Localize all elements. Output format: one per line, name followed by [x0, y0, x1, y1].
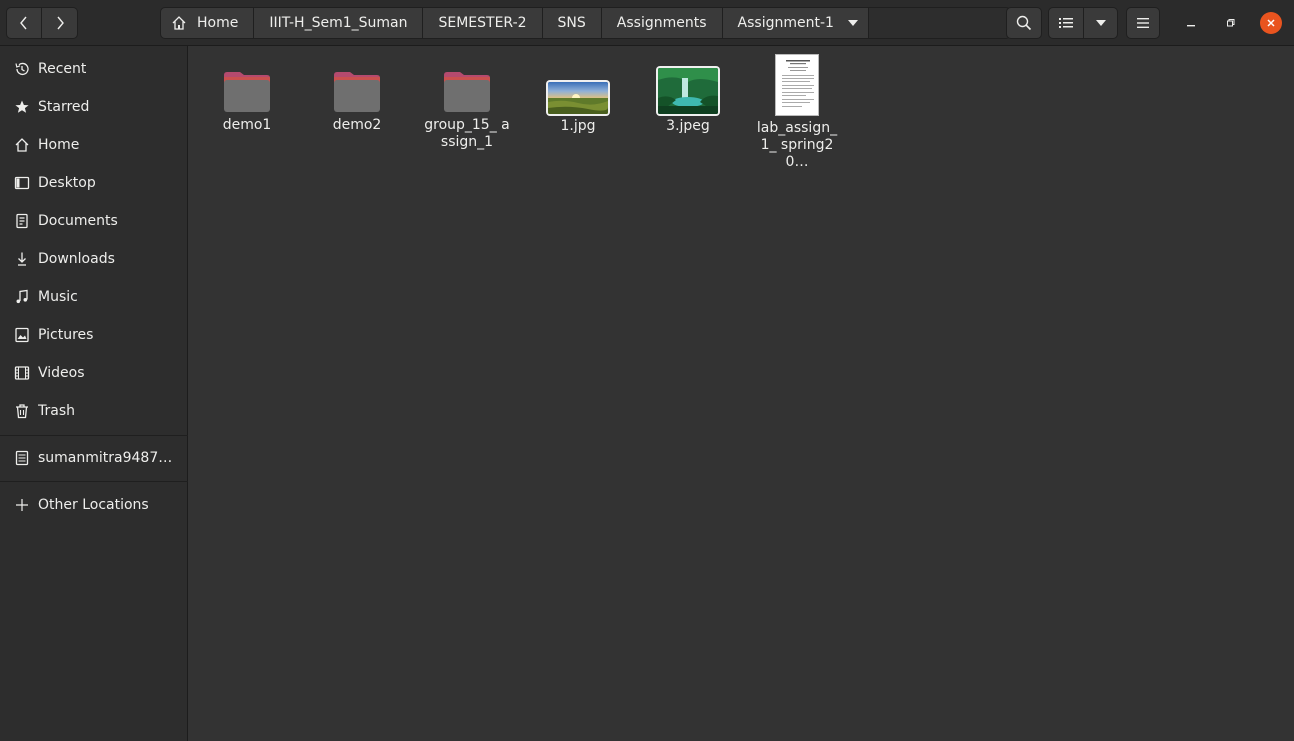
sidebar-item-label: Other Locations: [38, 497, 149, 513]
hamburger-menu-icon: [1137, 18, 1149, 28]
breadcrumb-label: Assignments: [616, 15, 707, 31]
breadcrumb-semester[interactable]: SEMESTER-2: [423, 7, 543, 39]
breadcrumb-empty-space: [868, 7, 1011, 39]
file-name: group_15_ assign_1: [424, 117, 510, 150]
sidebar-item-label: Recent: [38, 61, 87, 77]
sidebar-item-downloads[interactable]: Downloads: [0, 240, 188, 278]
sidebar-item-drive[interactable]: sumanmitra9487…: [0, 439, 188, 477]
sidebar-item-other-locations[interactable]: Other Locations: [0, 486, 188, 524]
sidebar-separator: [0, 481, 188, 482]
minimize-icon: [1187, 25, 1195, 27]
sidebar-item-label: Desktop: [38, 175, 96, 191]
sidebar-item-desktop[interactable]: Desktop: [0, 164, 188, 202]
drive-icon: [14, 450, 30, 466]
image-thumbnail: [658, 68, 718, 114]
sidebar-item-trash[interactable]: Trash: [0, 392, 188, 430]
file-name: 1.jpg: [560, 118, 596, 134]
chevron-right-icon: [56, 16, 64, 30]
back-button[interactable]: [6, 7, 42, 39]
sidebar-item-label: Music: [38, 289, 78, 305]
sidebar-separator: [0, 435, 188, 436]
sidebar-item-videos[interactable]: Videos: [0, 354, 188, 392]
sidebar-item-music[interactable]: Music: [0, 278, 188, 316]
sidebar-item-documents[interactable]: Documents: [0, 202, 188, 240]
file-item-image[interactable]: 3.jpeg: [638, 68, 738, 135]
document-thumbnail: [775, 54, 819, 116]
picture-icon: [14, 327, 30, 343]
file-item-image[interactable]: 1.jpg: [528, 82, 628, 135]
trash-icon: [14, 403, 30, 419]
search-icon: [1016, 15, 1032, 31]
sidebar-item-home[interactable]: Home: [0, 126, 188, 164]
minimize-button[interactable]: [1180, 12, 1202, 34]
clock-icon: [14, 61, 30, 77]
forward-button[interactable]: [42, 7, 78, 39]
breadcrumb-iiit[interactable]: IIIT-H_Sem1_Suman: [254, 7, 424, 39]
home-icon: [14, 137, 30, 153]
plus-icon: [14, 497, 30, 513]
sidebar-item-label: Trash: [38, 403, 75, 419]
close-icon: [1267, 19, 1275, 27]
file-item-folder[interactable]: group_15_ assign_1: [417, 71, 517, 151]
folder-icon: [444, 72, 490, 112]
desktop-icon: [14, 175, 30, 191]
navigation-buttons: [6, 7, 78, 39]
breadcrumb-label: IIIT-H_Sem1_Suman: [269, 15, 408, 31]
list-view-icon: [1059, 18, 1073, 28]
search-button[interactable]: [1006, 7, 1042, 39]
music-icon: [14, 289, 30, 305]
image-thumbnail: [548, 82, 608, 114]
sidebar-item-label: Documents: [38, 213, 118, 229]
file-name: 3.jpeg: [666, 118, 710, 134]
sidebar-item-label: Starred: [38, 99, 90, 115]
breadcrumb-home[interactable]: Home: [160, 7, 255, 39]
breadcrumb-assignment-1[interactable]: Assignment-1: [722, 7, 869, 39]
sidebar-item-label: Videos: [38, 365, 85, 381]
folder-icon: [224, 72, 270, 112]
breadcrumb-label: Assignment-1: [737, 15, 834, 31]
sidebar-item-recent[interactable]: Recent: [0, 50, 188, 88]
breadcrumb-label: SNS: [557, 15, 586, 31]
close-button[interactable]: [1260, 12, 1282, 34]
file-view: demo1 demo2 group_15_ assign_1 1.jpg 3.j…: [189, 46, 1294, 741]
file-name: lab_assign_ 1_ spring20…: [756, 120, 838, 170]
file-item-folder[interactable]: demo1: [197, 71, 297, 134]
home-icon: [171, 15, 187, 31]
sidebar: Recent Starred Home Desktop Documents Do…: [0, 46, 188, 741]
document-icon: [14, 213, 30, 229]
breadcrumb-sns[interactable]: SNS: [542, 7, 602, 39]
maximize-icon: [1227, 19, 1235, 27]
main-menu-button[interactable]: [1126, 7, 1160, 39]
file-name: demo1: [222, 117, 272, 133]
sidebar-item-starred[interactable]: Starred: [0, 88, 188, 126]
file-item-folder[interactable]: demo2: [307, 71, 407, 134]
file-item-document[interactable]: lab_assign_ 1_ spring20…: [747, 54, 847, 171]
video-icon: [14, 365, 30, 381]
sidebar-item-label: sumanmitra9487…: [38, 450, 173, 466]
file-name: demo2: [332, 117, 382, 133]
breadcrumb: Home IIIT-H_Sem1_Suman SEMESTER-2 SNS As…: [160, 7, 1011, 39]
breadcrumb-label: SEMESTER-2: [438, 15, 527, 31]
caret-down-icon: [847, 20, 858, 26]
chevron-left-icon: [20, 16, 27, 30]
sidebar-item-label: Home: [38, 137, 80, 153]
sidebar-item-label: Pictures: [38, 327, 94, 343]
download-icon: [14, 251, 30, 267]
maximize-button[interactable]: [1220, 12, 1242, 34]
header-bar: Home IIIT-H_Sem1_Suman SEMESTER-2 SNS As…: [0, 0, 1294, 46]
star-icon: [14, 99, 30, 115]
folder-icon: [334, 72, 380, 112]
view-options-button[interactable]: [1084, 7, 1118, 39]
breadcrumb-label: Home: [197, 15, 239, 31]
list-view-button[interactable]: [1048, 7, 1084, 39]
chevron-down-icon: [1095, 20, 1106, 26]
sidebar-item-label: Downloads: [38, 251, 115, 267]
sidebar-item-pictures[interactable]: Pictures: [0, 316, 188, 354]
breadcrumb-assignments[interactable]: Assignments: [601, 7, 723, 39]
view-controls: [1048, 7, 1118, 39]
